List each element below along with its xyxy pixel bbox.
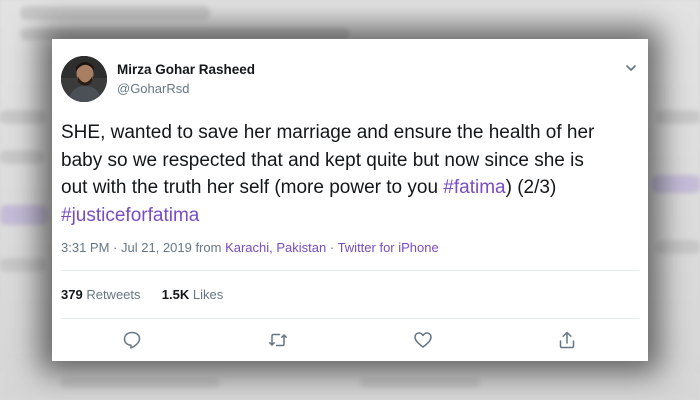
heart-icon[interactable] xyxy=(413,330,433,350)
tweet-metadata: 3:31 PM · Jul 21, 2019 from Karachi, Pak… xyxy=(61,240,439,255)
author-handle[interactable]: @GoharRsd xyxy=(117,81,189,96)
source-link[interactable]: Twitter for iPhone xyxy=(338,240,439,255)
retweets-stat[interactable]: 379 Retweets xyxy=(61,287,141,302)
retweets-label: Retweets xyxy=(86,287,141,302)
tweet-line: baby so we respected that and kept quite… xyxy=(61,149,584,171)
tweet-text: SHE, wanted to save her marriage and ens… xyxy=(61,119,645,229)
tweet-time[interactable]: 3:31 PM xyxy=(61,240,109,255)
meta-from-text: from xyxy=(191,240,226,255)
avatar[interactable] xyxy=(61,56,107,102)
retweet-icon[interactable] xyxy=(268,330,288,350)
share-icon[interactable] xyxy=(557,330,577,350)
likes-label: Likes xyxy=(192,287,224,302)
tweet-line: out with the truth her self (more power … xyxy=(61,174,645,202)
tweet-line: #justiceforfatima xyxy=(61,202,645,230)
retweets-count: 379 xyxy=(61,287,83,302)
avatar-photo-icon xyxy=(61,56,107,102)
chevron-down-icon[interactable] xyxy=(624,61,638,75)
divider xyxy=(61,270,639,271)
author-name[interactable]: Mirza Gohar Rasheed xyxy=(117,62,255,77)
tweet-card: Mirza Gohar Rasheed @GoharRsd SHE, wante… xyxy=(52,39,648,361)
tweet-text-segment: out with the truth her self (more power … xyxy=(61,177,444,198)
tweet-date[interactable]: Jul 21, 2019 xyxy=(121,240,192,255)
engagement-stats: 379 Retweets 1.5K Likes xyxy=(61,287,223,302)
hashtag-justiceforfatima-link[interactable]: #justiceforfatima xyxy=(61,205,199,226)
divider xyxy=(61,318,639,319)
likes-stat[interactable]: 1.5K Likes xyxy=(162,287,223,302)
location-link[interactable]: Karachi, Pakistan xyxy=(225,240,326,255)
meta-separator: · xyxy=(109,240,121,255)
hashtag-fatima-link[interactable]: #fatima xyxy=(443,177,505,198)
likes-count: 1.5K xyxy=(161,287,190,302)
tweet-line: SHE, wanted to save her marriage and ens… xyxy=(61,122,595,143)
tweet-text-segment: ) (2/3) xyxy=(505,177,557,198)
reply-icon[interactable] xyxy=(122,330,142,350)
meta-separator: · xyxy=(326,240,338,255)
